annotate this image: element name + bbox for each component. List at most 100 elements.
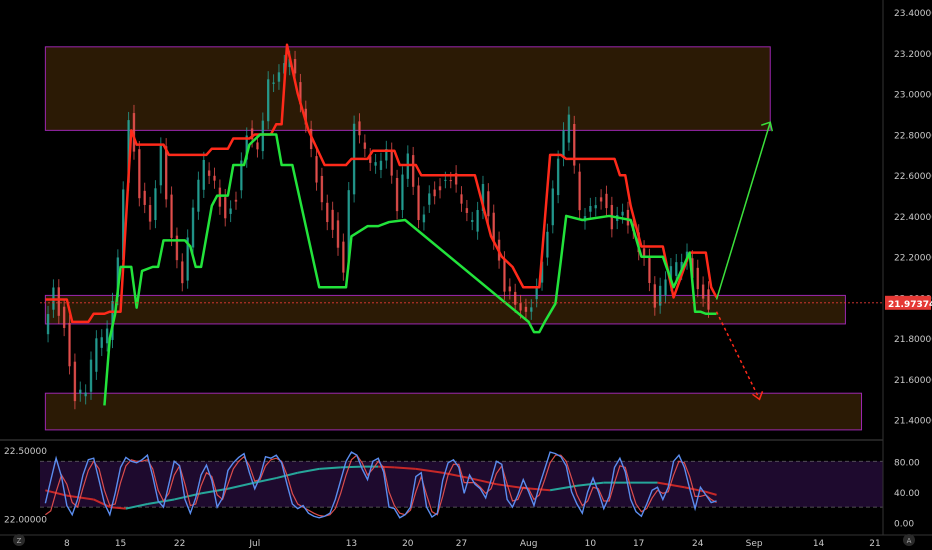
x-tick-label: 22 — [174, 539, 185, 549]
candle-body — [401, 174, 404, 210]
candle-body — [605, 193, 608, 209]
candle-body — [433, 189, 436, 197]
candle-body — [100, 337, 103, 348]
candle-body — [379, 160, 383, 170]
candle-body — [95, 338, 98, 372]
x-tick-label: 14 — [813, 539, 825, 549]
x-tick-label: 8 — [64, 539, 70, 549]
candle-body — [438, 186, 442, 191]
candle-body — [422, 214, 426, 223]
candle-body — [293, 59, 297, 74]
candle-body — [138, 149, 141, 199]
candle-body — [648, 256, 651, 283]
candle-body — [57, 287, 60, 316]
candle-body — [594, 205, 597, 209]
candle-body — [395, 178, 399, 212]
candle-body — [315, 156, 318, 183]
candle-body — [653, 284, 656, 308]
candle-body — [89, 359, 93, 392]
x-tick-label: 24 — [692, 539, 704, 549]
candle-body — [267, 79, 270, 122]
candle-body — [701, 284, 705, 299]
candle-body — [390, 150, 393, 176]
candle-body — [79, 389, 82, 394]
candle-body — [320, 175, 324, 203]
candle-body — [626, 209, 630, 226]
y-tick-label: 23.00000 — [894, 91, 932, 101]
candle-body — [197, 179, 200, 212]
last-price-label: 21.97374 — [888, 300, 932, 310]
candle-body — [556, 158, 560, 196]
candle-body — [476, 210, 479, 232]
osc-right-tick-label: 80.00 — [894, 458, 920, 468]
candle-body — [331, 209, 334, 230]
x-tick-label: Jul — [248, 539, 260, 549]
candle-body — [589, 205, 592, 212]
x-tick-label: 17 — [633, 539, 644, 549]
candle-body — [578, 171, 581, 211]
y-tick-label: 21.60000 — [894, 376, 932, 386]
x-tick-label: 15 — [115, 539, 126, 549]
candle-body — [358, 121, 361, 136]
osc-left-tick-label: 22.00000 — [4, 516, 47, 526]
candle-body — [374, 162, 377, 166]
candle-body — [46, 314, 50, 335]
zone-rect — [44, 294, 846, 325]
x-tick-label: 13 — [346, 539, 357, 549]
candle-body — [363, 142, 367, 149]
candle-body — [664, 279, 667, 296]
candle-body — [428, 193, 431, 205]
x-tick-label: Sep — [746, 539, 763, 549]
candle-body — [218, 187, 222, 207]
candle-body — [460, 194, 463, 204]
candle-body — [621, 211, 624, 216]
candle-body — [213, 175, 216, 181]
candle-body — [164, 146, 168, 200]
candle-body — [551, 188, 554, 226]
candle-body — [234, 199, 238, 202]
candle-body — [202, 159, 205, 190]
candle-body — [524, 306, 528, 312]
candle-body — [487, 191, 490, 217]
candle-body — [191, 207, 195, 248]
trading-chart[interactable]: 23.40000 23.20000 23.00000 22.80000 22.60000… — [0, 0, 932, 550]
x-tick-label: 21 — [869, 539, 880, 549]
x-tick-label: 10 — [585, 539, 597, 549]
candle-body — [148, 205, 152, 222]
candle-body — [417, 185, 420, 221]
candle-body — [449, 180, 452, 182]
candle-body — [707, 289, 710, 310]
candle-body — [465, 208, 469, 213]
candle-body — [272, 82, 275, 84]
candle-body — [342, 241, 345, 273]
zone-rect — [44, 46, 771, 131]
candle-body — [326, 202, 329, 223]
candle-body — [411, 155, 415, 187]
y-tick-label: 23.20000 — [894, 50, 932, 60]
candle-body — [530, 307, 533, 312]
candle-body — [154, 188, 157, 221]
candle-body — [675, 262, 678, 276]
candle-body — [84, 392, 87, 397]
candle-body — [143, 190, 146, 205]
candle-body — [277, 72, 281, 82]
y-tick-label: 21.80000 — [894, 335, 932, 345]
y-tick-label: 22.60000 — [894, 172, 932, 182]
candle-body — [503, 259, 506, 292]
candle-body — [261, 120, 265, 152]
candle-body — [696, 267, 699, 290]
y-tick-label: 22.40000 — [894, 213, 932, 223]
osc-right-tick-label: 0.00 — [894, 519, 914, 529]
candle-body — [170, 194, 173, 238]
candle-body — [224, 197, 227, 219]
candle-body — [471, 220, 474, 222]
candle-body — [546, 231, 549, 258]
timezone-icon: Z — [17, 537, 22, 545]
y-tick-label: 22.20000 — [894, 254, 932, 264]
x-tick-label: 27 — [456, 539, 467, 549]
candle-body — [599, 197, 603, 202]
candle-body — [519, 303, 522, 311]
candle-body — [159, 145, 163, 186]
zone-rect — [44, 392, 863, 431]
osc-right-tick-label: 40.00 — [894, 489, 920, 499]
